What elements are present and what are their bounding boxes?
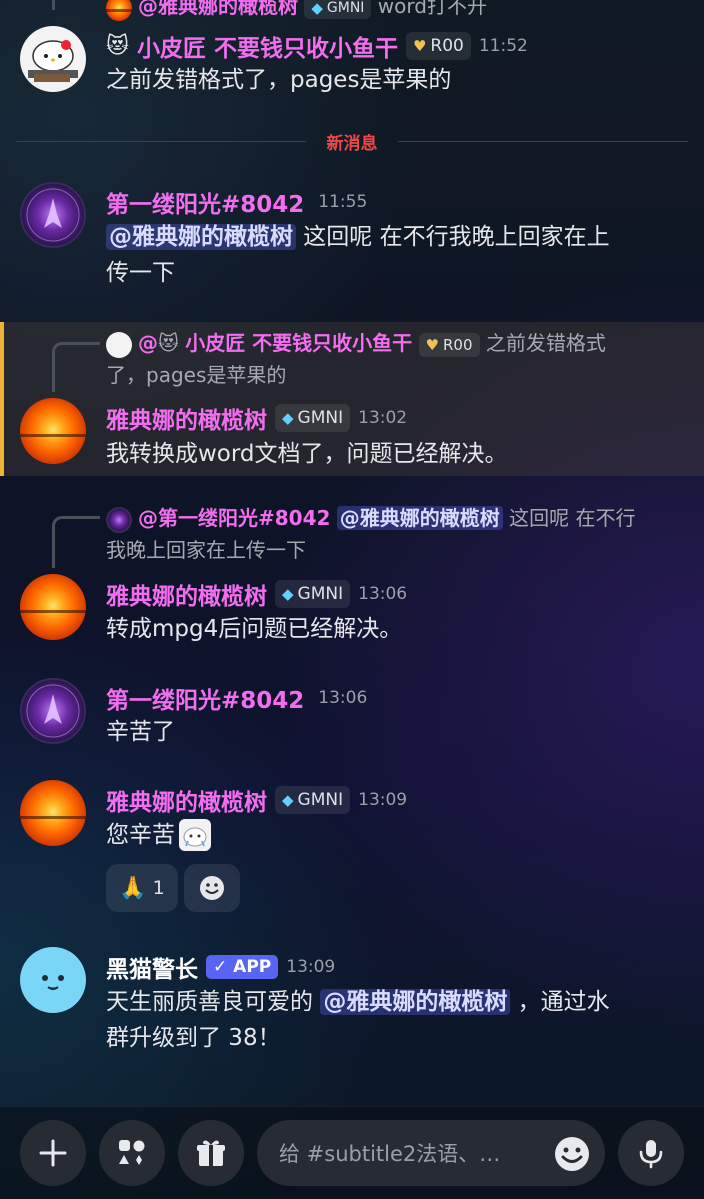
- timestamp: 11:55: [318, 192, 368, 212]
- sticker-emoji: [179, 819, 211, 851]
- message-text: 您辛苦: [106, 817, 211, 853]
- gem-icon: ◆: [282, 409, 294, 427]
- timestamp: 13:02: [358, 408, 408, 428]
- pray-emoji: 🙏: [119, 875, 147, 901]
- avatar[interactable]: [20, 182, 86, 248]
- message-text: 辛苦了: [106, 719, 175, 745]
- timestamp: 13:09: [286, 957, 336, 977]
- username[interactable]: 第一缕阳光#8042: [106, 185, 304, 219]
- message-text: 天生丽质善良可爱的 @雅典娜的橄榄树 ，通过水 群升级到了 38！: [106, 989, 610, 1051]
- apps-button[interactable]: [99, 1120, 165, 1186]
- message-header: 雅典娜的橄榄树 ◆ GMNI 13:06: [106, 577, 407, 611]
- reply-connector: [52, 0, 100, 10]
- message-text: 之前发错格式了，pages是苹果的: [106, 67, 452, 93]
- server-badge: ◆ GMNI: [275, 580, 351, 608]
- username[interactable]: 雅典娜的橄榄树: [106, 783, 267, 817]
- message-header: 雅典娜的橄榄树 ◆ GMNI 13:02: [106, 401, 407, 435]
- timestamp: 13:06: [318, 688, 368, 708]
- username[interactable]: 黑猫警长: [106, 950, 198, 984]
- username[interactable]: 雅典娜的橄榄树: [106, 577, 267, 611]
- heart-icon: ♥: [425, 336, 439, 354]
- reply-text: word打不开: [377, 0, 487, 18]
- server-badge: ◆ GMNI: [275, 404, 351, 432]
- avatar[interactable]: [20, 26, 86, 92]
- user-mention[interactable]: @雅典娜的橄榄树: [320, 989, 511, 1015]
- gem-icon: ◆: [282, 585, 294, 603]
- timestamp: 13:09: [358, 790, 408, 810]
- server-badge: ♥ R00: [405, 32, 471, 60]
- add-reaction-icon: [200, 876, 224, 900]
- username[interactable]: 第一缕阳光#8042: [106, 681, 304, 715]
- server-badge: ◆ GMNI: [275, 786, 351, 814]
- avatar[interactable]: [20, 574, 86, 640]
- reaction-count: 1: [152, 877, 165, 899]
- username[interactable]: 雅典娜的橄榄树: [106, 401, 267, 435]
- message-header: 第一缕阳光#8042 13:06: [106, 681, 367, 715]
- message-text: @雅典娜的橄榄树 这回呢 在不行我晚上回家在上 传一下: [106, 224, 610, 286]
- reply-preview-top[interactable]: @雅典娜的橄榄树 ◆ GMNI word打不开: [106, 0, 487, 21]
- reply-connector: [52, 516, 100, 568]
- username[interactable]: 小皮匠 不要钱只收小鱼干: [137, 29, 398, 63]
- emoji: 😻: [158, 331, 179, 355]
- microphone-icon: [639, 1140, 663, 1169]
- emoji-button[interactable]: [552, 1134, 592, 1174]
- mention-highlight-bar: [0, 322, 4, 476]
- gem-icon: ◆: [311, 0, 323, 17]
- user-mention[interactable]: @雅典娜的橄榄树: [336, 506, 503, 530]
- avatar[interactable]: [20, 947, 86, 1013]
- apps-icon: [119, 1140, 145, 1165]
- reaction-pill[interactable]: 🙏 1: [106, 864, 178, 912]
- message-header: 黑猫警长 ✓ APP 13:09: [106, 950, 335, 984]
- message-input-placeholder: 给 #subtitle2法语、…: [279, 1142, 501, 1166]
- add-reaction-button[interactable]: [184, 864, 240, 912]
- reply-avatar: [106, 331, 132, 358]
- reply-text: 这回呢 在不行: [502, 506, 636, 530]
- plus-icon: [39, 1139, 67, 1167]
- reply-author[interactable]: 小皮匠 不要钱只收小鱼干: [185, 331, 412, 355]
- reply-text: 之前发错格式: [479, 331, 606, 355]
- message-header: 😻 小皮匠 不要钱只收小鱼干 ♥ R00 11:52: [106, 29, 528, 63]
- reply-author[interactable]: @雅典娜的橄榄树: [138, 0, 298, 18]
- avatar[interactable]: [20, 678, 86, 744]
- reply-preview[interactable]: @第一缕阳光#8042 @雅典娜的橄榄树 这回呢 在不行 我晚上回家在上传一下: [106, 502, 696, 566]
- app-badge: ✓ APP: [206, 955, 279, 979]
- emoji: 😻: [106, 33, 129, 59]
- timestamp: 13:06: [358, 584, 408, 604]
- message-text: 转成mpg4后问题已经解决。: [106, 616, 403, 642]
- reply-connector: [52, 342, 100, 392]
- message-header: 第一缕阳光#8042 11:55: [106, 185, 367, 219]
- user-mention[interactable]: @雅典娜的橄榄树: [106, 224, 296, 250]
- reply-avatar: [106, 0, 132, 21]
- reply-avatar: [106, 506, 132, 533]
- add-attachment-button[interactable]: [20, 1120, 86, 1186]
- reply-preview[interactable]: @😻 小皮匠 不要钱只收小鱼干 ♥ R00 之前发错格式 了，pages是苹果的: [106, 327, 696, 391]
- new-messages-divider: 新消息: [16, 134, 688, 154]
- emoji-icon: [555, 1137, 589, 1171]
- heart-icon: ♥: [412, 37, 427, 55]
- timestamp: 11:52: [478, 36, 528, 56]
- message-header: 雅典娜的橄榄树 ◆ GMNI 13:09: [106, 783, 407, 817]
- server-badge: ◆ GMNI: [304, 0, 372, 19]
- gift-button[interactable]: [178, 1120, 244, 1186]
- server-badge: ♥ R00: [418, 333, 480, 357]
- reply-author[interactable]: @第一缕阳光#8042: [138, 506, 330, 530]
- avatar[interactable]: [20, 398, 86, 464]
- gift-icon: [197, 1140, 225, 1166]
- new-messages-label: 新消息: [326, 134, 378, 154]
- message-text: 我转换成word文档了，问题已经解决。: [106, 441, 508, 467]
- gem-icon: ◆: [282, 791, 294, 809]
- voice-button[interactable]: [618, 1120, 684, 1186]
- avatar[interactable]: [20, 780, 86, 846]
